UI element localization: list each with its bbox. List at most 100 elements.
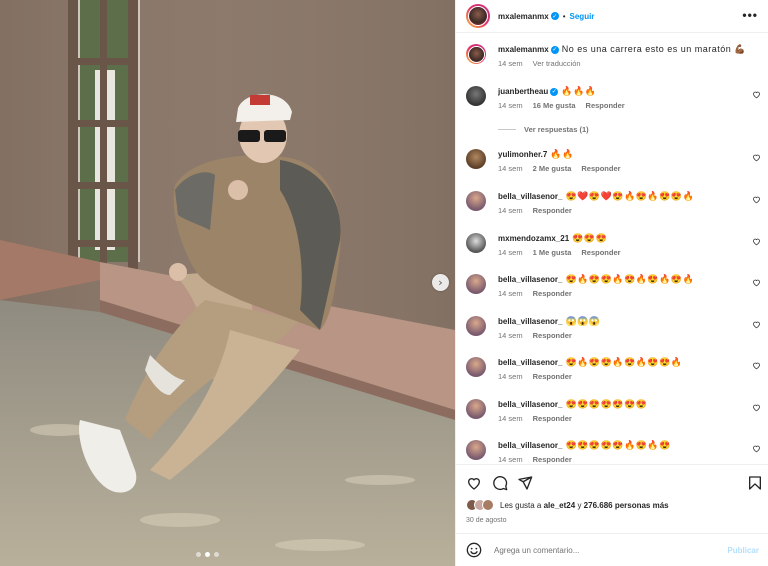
carousel-dots <box>196 552 219 557</box>
commenter-avatar[interactable] <box>466 440 486 460</box>
likes-prefix: Les gusta a <box>500 500 542 510</box>
heart-icon[interactable] <box>752 90 761 99</box>
comment-input[interactable] <box>494 545 728 555</box>
post-side-panel: mxalemanmx ✓ • Seguir ••• mxalemanmx ✓ No … <box>455 0 768 566</box>
comment-text: 😱😱😱 <box>565 316 601 326</box>
chevron-right-icon: › <box>438 276 443 289</box>
reply-button[interactable]: Responder <box>533 455 572 464</box>
post-header: mxalemanmx ✓ • Seguir ••• <box>456 0 768 33</box>
caption-avatar[interactable] <box>466 44 486 64</box>
verified-badge-icon: ✓ <box>550 87 559 96</box>
comment-username[interactable]: bella_villasenor_ <box>498 441 562 450</box>
comment-username[interactable]: bella_villasenor_ <box>498 358 562 367</box>
post-date[interactable]: 30 de agosto <box>466 517 506 524</box>
reply-button[interactable]: Responder <box>533 331 572 340</box>
photo-illustration <box>0 0 455 566</box>
more-options-icon[interactable]: ••• <box>742 9 758 21</box>
comment-username[interactable]: bella_villasenor_ <box>498 317 562 326</box>
verified-badge-icon: ✓ <box>550 45 559 54</box>
comment-text: 🔥🔥 <box>550 149 574 159</box>
comment-username[interactable]: bella_villasenor_ <box>498 400 562 409</box>
heart-icon[interactable] <box>752 195 761 204</box>
comment-text: 😍🔥😍😍🔥😍🔥😍🔥😍🔥 <box>565 274 695 284</box>
reply-button[interactable]: Responder <box>533 206 572 215</box>
view-replies-button[interactable]: Ver respuestas (1) <box>498 125 589 134</box>
carousel-dot <box>196 552 201 557</box>
bookmark-icon[interactable] <box>747 475 763 491</box>
caption-text: No es una carrera esto es un maratón 💪🏾🔥 <box>561 44 745 54</box>
liked-by-username[interactable]: ale_et24 <box>544 501 576 510</box>
commenter-avatar[interactable] <box>466 399 486 419</box>
comment-icon[interactable] <box>492 475 508 491</box>
separator-dot: • <box>562 11 566 21</box>
reply-button[interactable]: Responder <box>533 372 572 381</box>
likes-join: y <box>577 500 582 510</box>
comment-text: 🔥🔥🔥 <box>561 86 597 96</box>
heart-icon[interactable] <box>752 153 761 162</box>
liker-avatar <box>482 499 494 511</box>
comment-username[interactable]: yulimonher.7 <box>498 150 547 159</box>
commenter-avatar[interactable] <box>466 233 486 253</box>
comment-time[interactable]: 14 sem <box>498 455 523 464</box>
comment-time[interactable]: 14 sem <box>498 289 523 298</box>
comment-text: 😍😍😍 <box>572 233 608 243</box>
heart-icon[interactable] <box>752 237 761 246</box>
reply-button[interactable]: Responder <box>581 164 620 173</box>
commenter-avatar[interactable] <box>466 149 486 169</box>
comment-time[interactable]: 14 sem <box>498 331 523 340</box>
comments-list[interactable]: mxalemanmx ✓ No es una carrera esto es un … <box>456 34 768 464</box>
comment-likes[interactable]: 1 Me gusta <box>533 248 572 257</box>
comment-time[interactable]: 14 sem <box>498 101 523 110</box>
reply-button[interactable]: Responder <box>586 101 625 110</box>
author-avatar[interactable] <box>466 4 490 28</box>
caption-time[interactable]: 14 sem <box>498 59 523 68</box>
view-replies-label[interactable]: Ver respuestas (1) <box>524 125 589 134</box>
carousel-dot <box>214 552 219 557</box>
likes-text: Les gusta a ale_et24 y 276.686 personas … <box>500 501 669 510</box>
likes-summary[interactable]: Les gusta a ale_et24 y 276.686 personas … <box>466 499 669 511</box>
comment-time[interactable]: 14 sem <box>498 206 523 215</box>
paper-plane-icon[interactable] <box>517 475 533 491</box>
publish-button[interactable]: Publicar <box>727 546 759 555</box>
follow-button[interactable]: Seguir <box>570 12 595 21</box>
comment-username[interactable]: juanbertheau <box>498 87 548 96</box>
heart-icon[interactable] <box>752 278 761 287</box>
caption-username[interactable]: mxalemanmx <box>498 45 549 54</box>
comment-text: 😍😍😍😍😍🔥😍🔥😍 <box>565 440 671 450</box>
commenter-avatar[interactable] <box>466 316 486 336</box>
comment-time[interactable]: 14 sem <box>498 414 523 423</box>
comment-username[interactable]: bella_villasenor_ <box>498 192 562 201</box>
heart-icon[interactable] <box>752 444 761 453</box>
verified-badge-icon: ✓ <box>550 12 559 20</box>
likes-count[interactable]: 276.686 personas más <box>584 501 669 510</box>
smiley-icon[interactable] <box>466 542 482 558</box>
action-bar <box>456 464 768 500</box>
translate-link[interactable]: Ver traducción <box>533 59 581 68</box>
comment-text: 😍😍😍😍😍😍😍 <box>565 399 648 409</box>
commenter-avatar[interactable] <box>466 86 486 106</box>
comment-composer: Publicar <box>456 533 768 566</box>
comment-time[interactable]: 14 sem <box>498 164 523 173</box>
heart-icon[interactable] <box>752 320 761 329</box>
comment-time[interactable]: 14 sem <box>498 248 523 257</box>
heart-icon[interactable] <box>466 475 482 491</box>
author-username[interactable]: mxalemanmx <box>498 12 549 21</box>
commenter-avatar[interactable] <box>466 274 486 294</box>
comment-time[interactable]: 14 sem <box>498 372 523 381</box>
comment-likes[interactable]: 16 Me gusta <box>533 101 576 110</box>
carousel-next-button[interactable]: › <box>432 274 449 291</box>
replies-divider <box>498 129 516 130</box>
commenter-avatar[interactable] <box>466 357 486 377</box>
comment-username[interactable]: bella_villasenor_ <box>498 275 562 284</box>
post-photo[interactable]: › <box>0 0 455 566</box>
heart-icon[interactable] <box>752 403 761 412</box>
reply-button[interactable]: Responder <box>533 414 572 423</box>
carousel-dot-active <box>205 552 210 557</box>
heart-icon[interactable] <box>752 361 761 370</box>
comment-likes[interactable]: 2 Me gusta <box>533 164 572 173</box>
commenter-avatar[interactable] <box>466 191 486 211</box>
comment-username[interactable]: mxmendozamx_21 <box>498 234 569 243</box>
comment-text: 😍❤️😍❤️😍🔥😍🔥😍😍🔥 <box>565 191 695 201</box>
reply-button[interactable]: Responder <box>533 289 572 298</box>
reply-button[interactable]: Responder <box>581 248 620 257</box>
